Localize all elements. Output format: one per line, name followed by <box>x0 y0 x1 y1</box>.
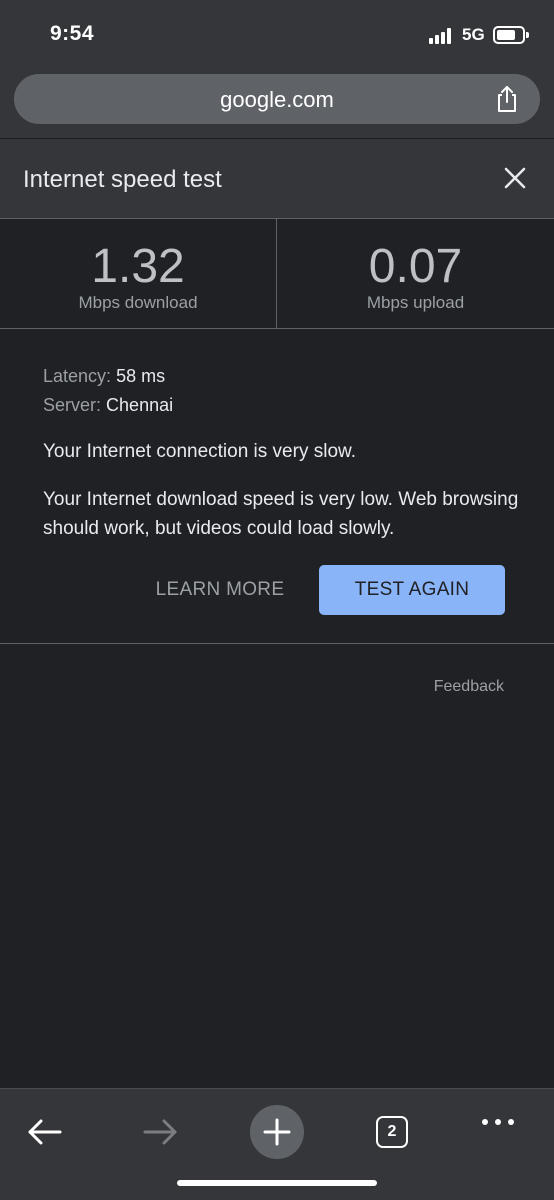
address-bar-area: google.com <box>0 70 554 138</box>
new-tab-button[interactable] <box>250 1105 304 1159</box>
test-info: Latency: 58 ms Server: Chennai <box>43 362 523 420</box>
plus-icon <box>263 1118 291 1146</box>
upload-metric: 0.07 Mbps upload <box>277 219 554 329</box>
home-indicator <box>177 1180 377 1186</box>
speed-test-title: Internet speed test <box>23 166 222 193</box>
server-label: Server: <box>43 395 102 415</box>
download-label: Mbps download <box>78 293 198 312</box>
connection-summary: Your Internet connection is very slow. <box>43 441 356 462</box>
more-menu-icon[interactable] <box>470 1105 524 1159</box>
forward-arrow-icon[interactable] <box>133 1105 187 1159</box>
learn-more-button[interactable]: LEARN MORE <box>140 566 300 614</box>
speed-test-header: Internet speed test <box>0 138 554 218</box>
back-arrow-icon[interactable] <box>18 1105 72 1159</box>
upload-value: 0.07 <box>368 240 463 293</box>
battery-icon <box>493 26 525 44</box>
address-bar[interactable]: google.com <box>14 74 540 124</box>
latency-label: Latency: <box>43 366 112 386</box>
tab-count: 2 <box>376 1116 408 1148</box>
battery-nub <box>526 32 529 38</box>
card-divider <box>0 643 554 644</box>
server-value: Chennai <box>106 395 174 415</box>
latency-value: 58 ms <box>116 366 166 386</box>
test-again-button[interactable]: TEST AGAIN <box>319 565 505 615</box>
speed-metrics: 1.32 Mbps download 0.07 Mbps upload <box>0 218 554 329</box>
network-type: 5G <box>462 25 485 44</box>
signal-icon <box>429 28 455 44</box>
feedback-link[interactable]: Feedback <box>434 678 504 696</box>
status-bar: 9:54 5G <box>0 0 554 70</box>
connection-detail: Your Internet download speed is very low… <box>43 489 519 539</box>
latency-line: Latency: 58 ms <box>43 362 523 391</box>
upload-label: Mbps upload <box>366 293 465 312</box>
url-text[interactable]: google.com <box>14 87 540 113</box>
download-metric: 1.32 Mbps download <box>0 219 277 329</box>
download-value: 1.32 <box>91 240 185 293</box>
status-time: 9:54 <box>50 22 95 45</box>
tab-switcher-button[interactable]: 2 <box>365 1105 419 1159</box>
server-line: Server: Chennai <box>43 391 523 420</box>
close-icon[interactable] <box>500 163 530 193</box>
share-icon[interactable] <box>492 84 522 114</box>
